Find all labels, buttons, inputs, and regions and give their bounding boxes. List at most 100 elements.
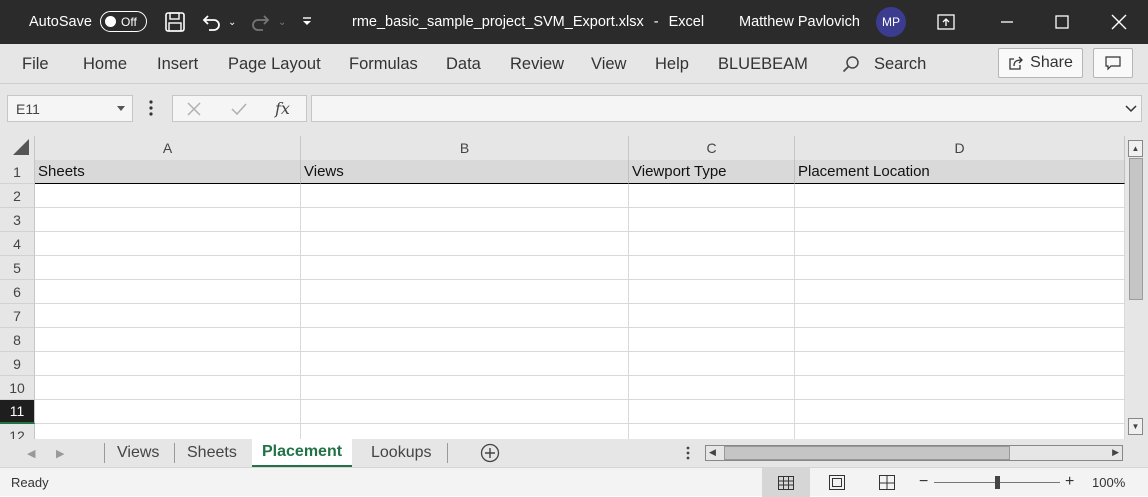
tab-file[interactable]: File [22,44,49,84]
scroll-down-arrow-icon[interactable]: ▼ [1128,418,1143,435]
zoom-level[interactable]: 100% [1092,475,1125,490]
sheet-tab-placement[interactable]: Placement [252,439,353,467]
cell[interactable] [35,184,301,208]
avatar[interactable]: MP [876,7,906,37]
vertical-scrollbar[interactable]: ▲ ▼ [1125,136,1148,439]
select-all-button[interactable] [0,136,35,160]
row-header-12[interactable]: 12 [0,424,35,439]
scroll-up-arrow-icon[interactable]: ▲ [1128,140,1143,157]
new-sheet-button[interactable] [480,439,500,467]
cell[interactable] [35,328,301,352]
cell[interactable] [795,400,1125,424]
tab-help[interactable]: Help [655,44,689,84]
minimize-icon[interactable] [1000,0,1014,44]
customize-qat-icon[interactable] [300,0,314,44]
scroll-right-arrow-icon[interactable]: ▶ [1112,447,1119,458]
row-header-3[interactable]: 3 [0,208,35,232]
insert-function-button[interactable]: fx [275,99,290,118]
cell[interactable] [795,280,1125,304]
cell[interactable] [35,400,301,424]
sheet-tab-lookups[interactable]: Lookups [371,439,432,467]
cell[interactable] [629,280,795,304]
header-cell[interactable]: Viewport Type [629,160,795,184]
cell[interactable] [35,376,301,400]
page-break-view-button[interactable] [876,468,898,497]
tab-page-layout[interactable]: Page Layout [228,44,321,84]
tab-formulas[interactable]: Formulas [349,44,418,84]
prev-sheet-icon[interactable]: ◀ [27,439,35,467]
cell[interactable] [795,184,1125,208]
cell[interactable] [35,232,301,256]
cell[interactable] [301,352,629,376]
tab-data[interactable]: Data [446,44,481,84]
cell[interactable] [629,304,795,328]
zoom-slider-thumb[interactable] [995,476,1000,489]
name-box-dropdown-icon[interactable] [117,106,125,111]
cell[interactable] [795,376,1125,400]
cell[interactable] [629,208,795,232]
row-header-9[interactable]: 9 [0,352,35,376]
next-sheet-icon[interactable]: ▶ [56,439,64,467]
ribbon-display-options-icon[interactable] [937,0,955,44]
cell[interactable] [795,256,1125,280]
cell[interactable] [301,328,629,352]
more-options-icon[interactable] [148,100,154,119]
column-header-b[interactable]: B [301,136,629,160]
cell[interactable] [629,400,795,424]
cell[interactable] [35,304,301,328]
column-header-d[interactable]: D [795,136,1125,160]
cell[interactable] [301,256,629,280]
cell[interactable] [301,280,629,304]
name-box[interactable]: E11 [7,95,133,122]
horizontal-scrollbar[interactable]: ◀ ▶ [705,445,1123,461]
tab-insert[interactable]: Insert [157,44,198,84]
autosave-toggle[interactable]: Off [100,11,147,32]
vertical-scroll-thumb[interactable] [1129,158,1143,300]
row-header-8[interactable]: 8 [0,328,35,352]
cell[interactable] [301,208,629,232]
tab-review[interactable]: Review [510,44,564,84]
row-header-6[interactable]: 6 [0,280,35,304]
cell[interactable] [301,232,629,256]
cell[interactable] [301,400,629,424]
row-header-4[interactable]: 4 [0,232,35,256]
row-header-2[interactable]: 2 [0,184,35,208]
undo-dropdown-icon[interactable]: ⌄ [228,0,236,44]
worksheet-grid[interactable]: A B C D 1 Sheets Views Viewport Type Placeme… [0,136,1148,439]
tab-view[interactable]: View [591,44,626,84]
cell[interactable] [35,208,301,232]
save-icon[interactable] [164,0,186,44]
cell[interactable] [35,256,301,280]
tab-home[interactable]: Home [83,44,127,84]
user-name[interactable]: Matthew Pavlovich [739,0,860,44]
share-button[interactable]: Share [998,48,1083,78]
cell[interactable] [35,280,301,304]
scroll-left-arrow-icon[interactable]: ◀ [709,447,716,458]
tab-split-handle-icon[interactable] [685,446,691,463]
cell[interactable] [795,352,1125,376]
comments-button[interactable] [1093,48,1133,78]
sheet-tab-views[interactable]: Views [117,439,159,467]
column-header-a[interactable]: A [35,136,301,160]
cell[interactable] [795,328,1125,352]
zoom-out-button[interactable]: − [919,473,928,491]
cell[interactable] [629,328,795,352]
formula-input[interactable] [311,95,1142,122]
sheet-tab-sheets[interactable]: Sheets [187,439,237,467]
cell[interactable] [35,424,301,439]
expand-formula-bar-icon[interactable] [1125,104,1137,113]
cell[interactable] [629,376,795,400]
cell[interactable] [301,376,629,400]
cell[interactable] [301,304,629,328]
zoom-in-button[interactable]: + [1065,473,1074,491]
cell[interactable] [301,184,629,208]
cell[interactable] [629,352,795,376]
normal-view-button[interactable] [762,468,810,497]
cell[interactable] [795,232,1125,256]
column-header-c[interactable]: C [629,136,795,160]
row-header-5[interactable]: 5 [0,256,35,280]
cell[interactable] [629,184,795,208]
header-cell[interactable]: Placement Location [795,160,1125,184]
cell[interactable] [795,424,1125,439]
row-header-10[interactable]: 10 [0,376,35,400]
